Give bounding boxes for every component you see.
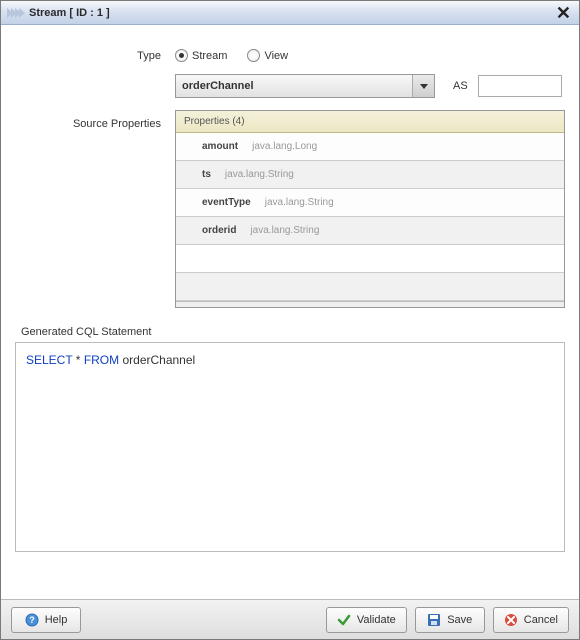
source-row: orderChannel AS [15,74,565,98]
property-empty-row [176,273,564,301]
property-type: java.lang.String [250,225,319,236]
radio-stream[interactable]: Stream [175,49,227,62]
save-button-label: Save [447,614,472,626]
cql-keyword-select: SELECT [26,353,72,367]
cql-star: * [72,353,83,367]
cql-keyword-from: FROM [84,353,119,367]
radio-view[interactable]: View [247,49,288,62]
property-name: orderid [202,225,236,236]
property-type: java.lang.String [265,197,334,208]
source-dropdown-value: orderChannel [182,80,254,92]
property-empty-row [176,245,564,273]
radio-view-label: View [264,50,288,62]
cancel-button[interactable]: Cancel [493,607,569,633]
help-icon: ? [25,613,39,627]
cql-section-label: Generated CQL Statement [21,326,565,338]
dialog-content: Type Stream View orderChannel AS Source … [1,25,579,599]
property-type: java.lang.Long [252,141,317,152]
property-row[interactable]: amount java.lang.Long [176,133,564,161]
title-bar: Stream [ ID : 1 ] ✕ [1,1,579,25]
as-input[interactable] [478,75,562,97]
source-dropdown[interactable]: orderChannel [175,74,435,98]
cancel-icon [504,613,518,627]
radio-view-dot [247,49,260,62]
property-row[interactable]: orderid java.lang.String [176,217,564,245]
dialog-footer: ? Help Validate Save Cancel [1,599,579,639]
type-label: Type [15,50,175,62]
as-label: AS [453,80,468,92]
save-button[interactable]: Save [415,607,485,633]
property-name: amount [202,141,238,152]
window-title: Stream [ ID : 1 ] [29,7,110,19]
property-name: eventType [202,197,251,208]
source-properties-label: Source Properties [15,110,175,130]
properties-panel: Properties (4) amount java.lang.Long ts … [175,110,565,308]
property-type: java.lang.String [225,169,294,180]
check-icon [337,613,351,627]
chevron-down-icon [412,75,434,97]
stream-icon [7,8,23,18]
help-button-label: Help [45,614,68,626]
validate-button[interactable]: Validate [326,607,407,633]
properties-footer [176,301,564,307]
type-radios: Stream View [175,49,288,62]
validate-button-label: Validate [357,614,396,626]
radio-stream-label: Stream [192,50,227,62]
radio-stream-dot [175,49,188,62]
cql-tail: orderChannel [119,353,195,367]
properties-row: Source Properties Properties (4) amount … [15,110,565,308]
property-row[interactable]: ts java.lang.String [176,161,564,189]
type-row: Type Stream View [15,49,565,62]
properties-header[interactable]: Properties (4) [176,111,564,133]
properties-body: amount java.lang.Long ts java.lang.Strin… [176,133,564,301]
property-row[interactable]: eventType java.lang.String [176,189,564,217]
property-name: ts [202,169,211,180]
svg-text:?: ? [29,615,35,625]
close-icon[interactable]: ✕ [554,4,573,22]
cancel-button-label: Cancel [524,614,558,626]
help-button[interactable]: ? Help [11,607,81,633]
save-icon [427,613,441,627]
cql-statement-box[interactable]: SELECT * FROM orderChannel [15,342,565,552]
